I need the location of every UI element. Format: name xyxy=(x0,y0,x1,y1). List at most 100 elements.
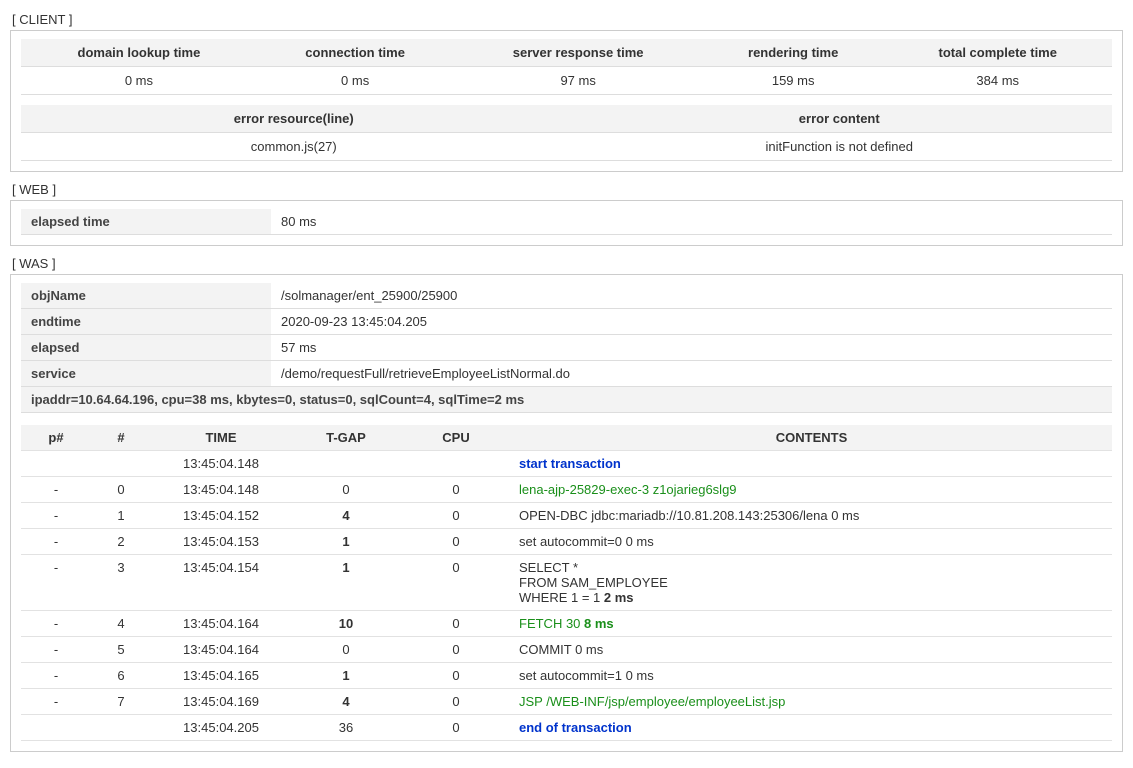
trace-time: 13:45:04.148 xyxy=(151,477,291,503)
client-section-label: [ CLIENT ] xyxy=(12,12,1123,27)
trace-phash: - xyxy=(21,503,91,529)
trace-header-contents: CONTENTS xyxy=(511,425,1112,451)
trace-cpu: 0 xyxy=(401,637,511,663)
trace-tgap: 0 xyxy=(291,637,401,663)
trace-phash xyxy=(21,451,91,477)
trace-tgap: 1 xyxy=(291,529,401,555)
trace-time: 13:45:04.164 xyxy=(151,637,291,663)
client-metric-header-rendering: rendering time xyxy=(703,39,884,67)
trace-phash: - xyxy=(21,529,91,555)
trace-time: 13:45:04.165 xyxy=(151,663,291,689)
was-elapsed-value: 57 ms xyxy=(271,335,1112,361)
trace-tgap: 4 xyxy=(291,689,401,715)
trace-row: -513:45:04.16400COMMIT 0 ms xyxy=(21,637,1112,663)
trace-hash xyxy=(91,715,151,741)
web-elapsed-label: elapsed time xyxy=(21,209,271,235)
client-error-resource: common.js(27) xyxy=(21,133,567,161)
trace-time: 13:45:04.152 xyxy=(151,503,291,529)
client-metrics-table: domain lookup time connection time serve… xyxy=(21,39,1112,95)
trace-phash: - xyxy=(21,637,91,663)
trace-row: 13:45:04.148start transaction xyxy=(21,451,1112,477)
trace-header-cpu: CPU xyxy=(401,425,511,451)
trace-contents: set autocommit=1 0 ms xyxy=(511,663,1112,689)
trace-row: 13:45:04.205360end of transaction xyxy=(21,715,1112,741)
trace-row: -213:45:04.15310set autocommit=0 0 ms xyxy=(21,529,1112,555)
trace-header-time: TIME xyxy=(151,425,291,451)
trace-time: 13:45:04.205 xyxy=(151,715,291,741)
trace-phash: - xyxy=(21,611,91,637)
trace-row: -013:45:04.14800lena-ajp-25829-exec-3 z1… xyxy=(21,477,1112,503)
trace-time: 13:45:04.153 xyxy=(151,529,291,555)
trace-row: -713:45:04.16940JSP /WEB-INF/jsp/employe… xyxy=(21,689,1112,715)
client-metric-server-response: 97 ms xyxy=(453,67,702,95)
trace-hash: 7 xyxy=(91,689,151,715)
trace-time: 13:45:04.164 xyxy=(151,611,291,637)
trace-cpu: 0 xyxy=(401,663,511,689)
client-metric-domain: 0 ms xyxy=(21,67,257,95)
trace-hash: 1 xyxy=(91,503,151,529)
trace-hash: 2 xyxy=(91,529,151,555)
was-trace-table: p# # TIME T-GAP CPU CONTENTS 13:45:04.14… xyxy=(21,425,1112,741)
was-service-value: /demo/requestFull/retrieveEmployeeListNo… xyxy=(271,361,1112,387)
trace-phash: - xyxy=(21,689,91,715)
trace-hash: 0 xyxy=(91,477,151,503)
trace-tgap xyxy=(291,451,401,477)
client-metric-header-domain: domain lookup time xyxy=(21,39,257,67)
trace-contents: OPEN-DBC jdbc:mariadb://10.81.208.143:25… xyxy=(511,503,1112,529)
trace-phash: - xyxy=(21,555,91,611)
client-error-content: initFunction is not defined xyxy=(567,133,1113,161)
trace-cpu: 0 xyxy=(401,555,511,611)
trace-hash: 6 xyxy=(91,663,151,689)
was-summary: ipaddr=10.64.64.196, cpu=38 ms, kbytes=0… xyxy=(21,387,1112,413)
web-elapsed-table: elapsed time 80 ms xyxy=(21,209,1112,235)
trace-cpu: 0 xyxy=(401,503,511,529)
web-section-label: [ WEB ] xyxy=(12,182,1123,197)
trace-contents: COMMIT 0 ms xyxy=(511,637,1112,663)
client-error-header-content: error content xyxy=(567,105,1113,133)
trace-tgap: 0 xyxy=(291,477,401,503)
trace-row: -113:45:04.15240OPEN-DBC jdbc:mariadb://… xyxy=(21,503,1112,529)
client-error-table: error resource(line) error content commo… xyxy=(21,105,1112,161)
trace-contents: end of transaction xyxy=(511,715,1112,741)
web-panel: elapsed time 80 ms xyxy=(10,200,1123,246)
trace-hash: 5 xyxy=(91,637,151,663)
client-metric-rendering: 159 ms xyxy=(703,67,884,95)
trace-contents: SELECT *FROM SAM_EMPLOYEEWHERE 1 = 1 2 m… xyxy=(511,555,1112,611)
client-panel: domain lookup time connection time serve… xyxy=(10,30,1123,172)
client-metric-total: 384 ms xyxy=(883,67,1112,95)
trace-contents: lena-ajp-25829-exec-3 z1ojarieg6slg9 xyxy=(511,477,1112,503)
trace-hash: 3 xyxy=(91,555,151,611)
client-metric-connection: 0 ms xyxy=(257,67,454,95)
was-endtime-label: endtime xyxy=(21,309,271,335)
trace-cpu: 0 xyxy=(401,477,511,503)
trace-cpu: 0 xyxy=(401,529,511,555)
trace-hash: 4 xyxy=(91,611,151,637)
web-elapsed-value: 80 ms xyxy=(271,209,1112,235)
trace-tgap: 1 xyxy=(291,555,401,611)
trace-contents: FETCH 30 8 ms xyxy=(511,611,1112,637)
client-metric-header-connection: connection time xyxy=(257,39,454,67)
trace-tgap: 36 xyxy=(291,715,401,741)
was-objname-value: /solmanager/ent_25900/25900 xyxy=(271,283,1112,309)
was-props-table: objName /solmanager/ent_25900/25900 endt… xyxy=(21,283,1112,413)
trace-time: 13:45:04.169 xyxy=(151,689,291,715)
trace-header-tgap: T-GAP xyxy=(291,425,401,451)
trace-tgap: 4 xyxy=(291,503,401,529)
was-panel: objName /solmanager/ent_25900/25900 endt… xyxy=(10,274,1123,752)
was-section-label: [ WAS ] xyxy=(12,256,1123,271)
trace-cpu xyxy=(401,451,511,477)
trace-phash: - xyxy=(21,477,91,503)
was-service-label: service xyxy=(21,361,271,387)
was-elapsed-label: elapsed xyxy=(21,335,271,361)
trace-contents: set autocommit=0 0 ms xyxy=(511,529,1112,555)
trace-cpu: 0 xyxy=(401,715,511,741)
trace-time: 13:45:04.154 xyxy=(151,555,291,611)
was-endtime-value: 2020-09-23 13:45:04.205 xyxy=(271,309,1112,335)
trace-contents: JSP /WEB-INF/jsp/employee/employeeList.j… xyxy=(511,689,1112,715)
trace-time: 13:45:04.148 xyxy=(151,451,291,477)
trace-row: -413:45:04.164100FETCH 30 8 ms xyxy=(21,611,1112,637)
trace-tgap: 10 xyxy=(291,611,401,637)
client-metric-header-total: total complete time xyxy=(883,39,1112,67)
trace-header-hash: # xyxy=(91,425,151,451)
trace-row: -613:45:04.16510set autocommit=1 0 ms xyxy=(21,663,1112,689)
